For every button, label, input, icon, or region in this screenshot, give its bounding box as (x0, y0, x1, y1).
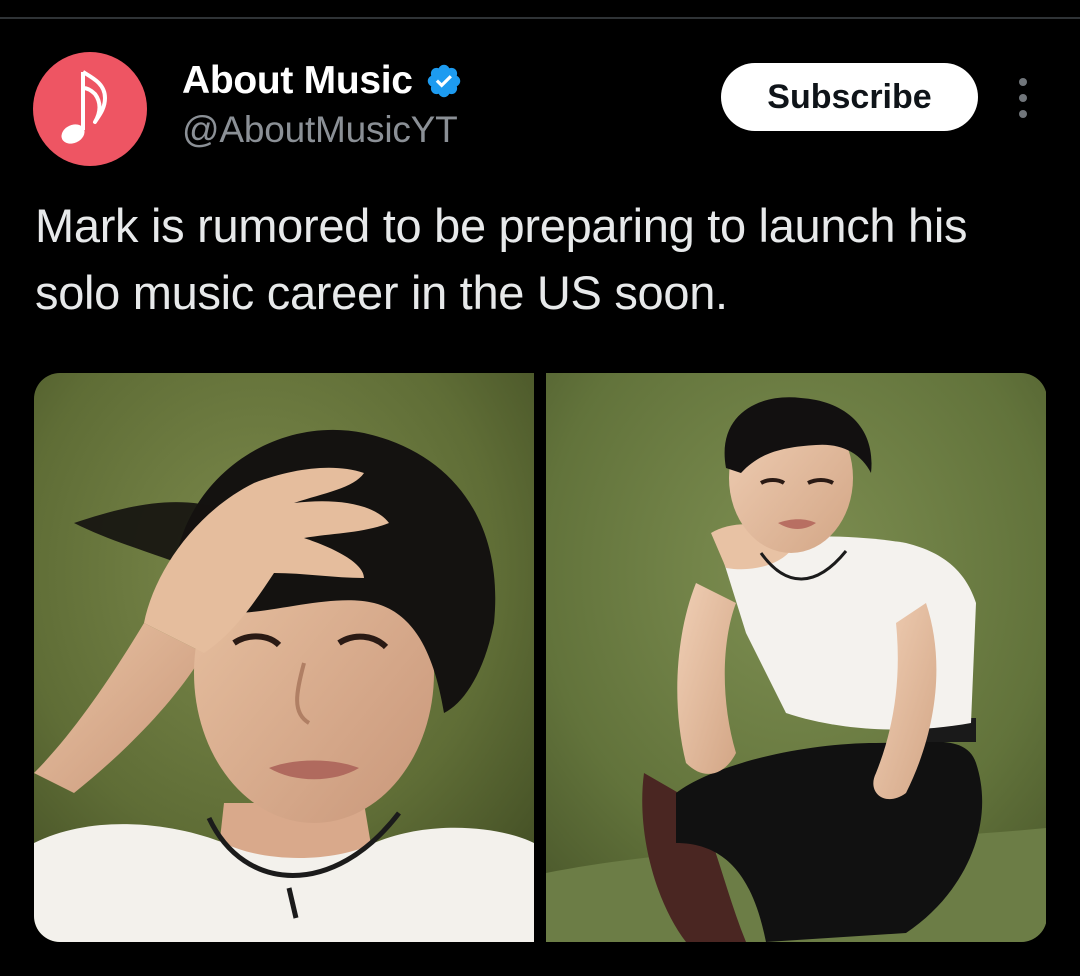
verified-badge-icon (427, 64, 460, 98)
display-name-row: About Music (182, 56, 463, 106)
more-options-icon[interactable] (1008, 78, 1038, 118)
photo-right[interactable] (546, 373, 1046, 942)
photo-left[interactable] (34, 373, 534, 942)
avatar[interactable] (33, 52, 147, 166)
media-grid (34, 373, 1047, 942)
more-dot (1019, 110, 1027, 118)
more-dot (1019, 94, 1027, 102)
music-note-icon (61, 70, 107, 144)
subscribe-button[interactable]: Subscribe (721, 63, 978, 131)
display-name[interactable]: About Music (182, 59, 413, 103)
post-text: Mark is rumored to be preparing to launc… (35, 199, 968, 319)
top-divider (0, 17, 1080, 19)
more-dot (1019, 78, 1027, 86)
account-handle[interactable]: @AboutMusicYT (182, 109, 458, 151)
